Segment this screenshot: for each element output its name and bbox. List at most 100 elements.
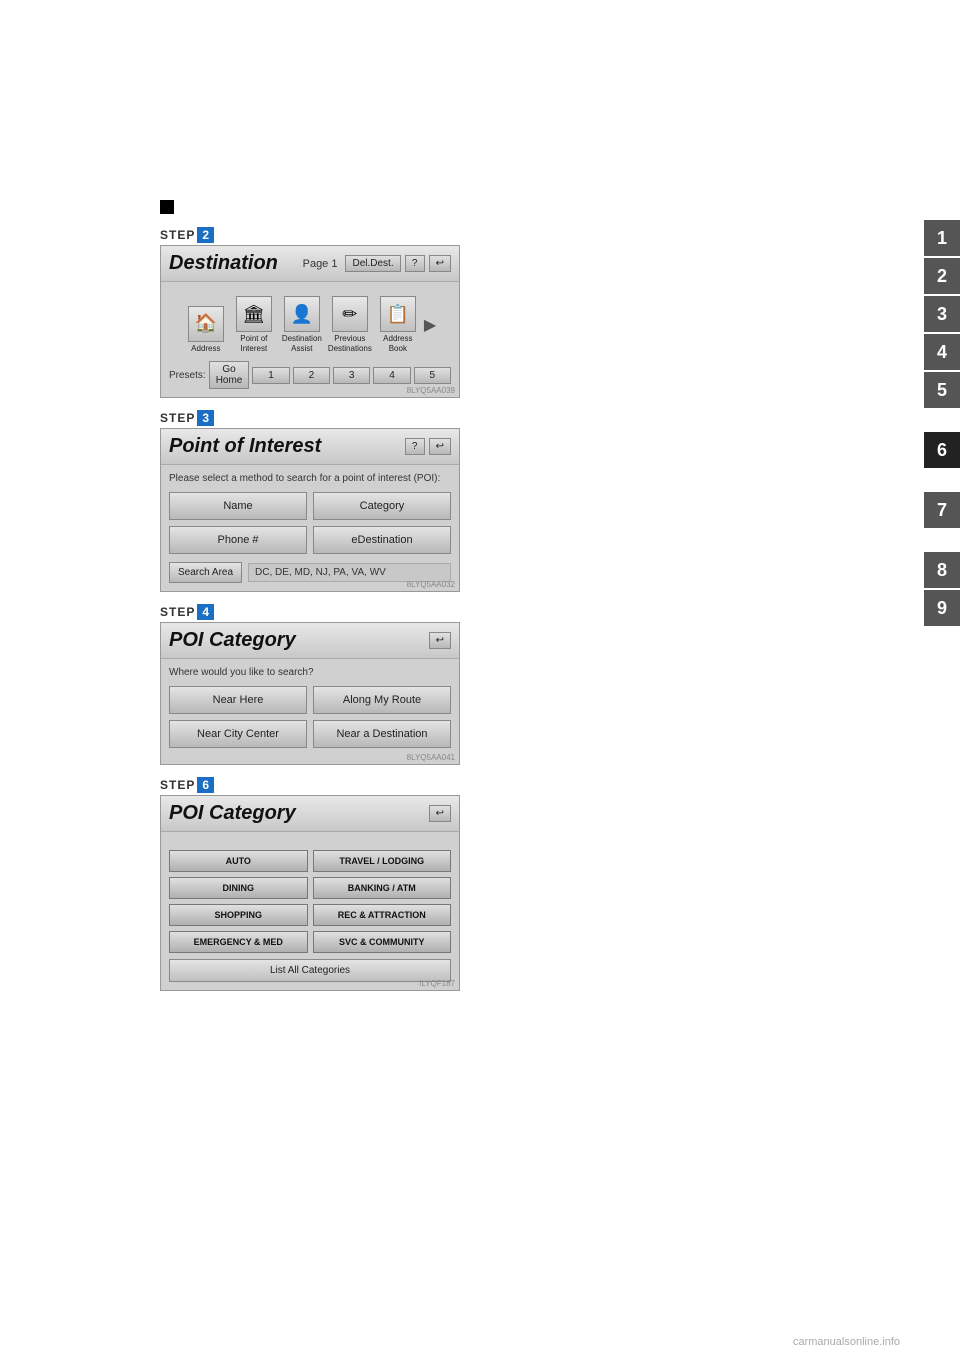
preset-3[interactable]: 3 [333, 367, 370, 384]
preset-gohome[interactable]: Go Home [209, 361, 250, 389]
step3-instruction: Please select a method to search for a p… [169, 473, 451, 484]
preset-1[interactable]: 1 [252, 367, 289, 384]
list-all-button[interactable]: List All Categories [169, 959, 451, 982]
step2-title: Destination [169, 252, 278, 275]
presets-label: Presets: [169, 370, 206, 381]
more-arrow[interactable]: ▶ [424, 315, 436, 335]
step4-panel: POI Category ↩ Where would you like to s… [160, 622, 460, 765]
svc-community-button[interactable]: SVC & COMMUNITY [313, 931, 452, 953]
step2-label: STEP 2 [160, 227, 460, 243]
prev-dest-label: PreviousDestinations [328, 334, 372, 353]
dest-assist-icon: 👤 [284, 296, 320, 332]
step2-header-right: Page 1 Del.Dest. ? ↩ [303, 255, 451, 272]
dining-button[interactable]: DINING [169, 877, 308, 899]
chapter-1[interactable]: 1 [924, 220, 960, 256]
step2-panel: Destination Page 1 Del.Dest. ? ↩ 🏠 Addre… [160, 245, 460, 398]
address-book-icon: 📋 [380, 296, 416, 332]
step4-header: POI Category ↩ [161, 623, 459, 659]
step6-label: STEP 6 [160, 777, 460, 793]
step6-header: POI Category ↩ [161, 796, 459, 832]
chapter-6[interactable]: 6 [924, 432, 960, 468]
presets-row: Presets: Go Home 1 2 3 4 5 [169, 361, 451, 389]
step4-text: STEP [160, 605, 195, 619]
section-bullet [160, 200, 174, 214]
search-area-button[interactable]: Search Area [169, 562, 242, 583]
step2-back-button[interactable]: ↩ [429, 255, 451, 272]
chapter-2[interactable]: 2 [924, 258, 960, 294]
step3-help-button[interactable]: ? [405, 438, 425, 455]
poi-icon: 🏛 [236, 296, 272, 332]
address-book-icon-item[interactable]: 📋 AddressBook [376, 296, 420, 353]
step3-num: 3 [197, 410, 214, 426]
step2-icon-row: 🏠 Address 🏛 Point ofInterest 👤 Destinati… [169, 290, 451, 357]
step6-num: 6 [197, 777, 214, 793]
step3-image-id: 8LYQ5AA032 [407, 580, 455, 589]
step6-title: POI Category [169, 802, 296, 825]
poi-label: Point ofInterest [240, 334, 267, 353]
address-icon-item[interactable]: 🏠 Address [184, 306, 228, 354]
banking-atm-button[interactable]: BANKING / ATM [313, 877, 452, 899]
step2-image-id: 8LYQ5AA039 [407, 386, 455, 395]
main-content: STEP 2 Destination Page 1 Del.Dest. ? ↩ … [160, 200, 460, 1003]
chapter-3[interactable]: 3 [924, 296, 960, 332]
near-city-center-button[interactable]: Near City Center [169, 720, 307, 748]
auto-button[interactable]: AUTO [169, 850, 308, 872]
step6-back-button[interactable]: ↩ [429, 805, 451, 822]
emergency-med-button[interactable]: EMERGENCY & MED [169, 931, 308, 953]
step3-text: STEP [160, 411, 195, 425]
step3-btn-grid: Name Category Phone # eDestination [169, 492, 451, 554]
near-here-button[interactable]: Near Here [169, 686, 307, 714]
del-dest-button[interactable]: Del.Dest. [345, 255, 400, 272]
phone-button[interactable]: Phone # [169, 526, 307, 554]
step4-image-id: 8LYQ5AA041 [407, 753, 455, 762]
travel-lodging-button[interactable]: TRAVEL / LODGING [313, 850, 452, 872]
address-icon: 🏠 [188, 306, 224, 342]
step4-label: STEP 4 [160, 604, 460, 620]
step4-btn-grid: Near Here Along My Route Near City Cente… [169, 686, 451, 748]
step2-text: STEP [160, 228, 195, 242]
preset-5[interactable]: 5 [414, 367, 451, 384]
chapter-4[interactable]: 4 [924, 334, 960, 370]
step6-container: STEP 6 POI Category ↩ AUTO TRAVEL / LODG… [160, 777, 460, 991]
step6-header-right: ↩ [429, 805, 451, 822]
step3-container: STEP 3 Point of Interest ? ↩ Please sele… [160, 410, 460, 592]
step2-body: 🏠 Address 🏛 Point ofInterest 👤 Destinati… [161, 282, 459, 397]
step3-header-right: ? ↩ [405, 438, 451, 455]
category-button[interactable]: Category [313, 492, 451, 520]
step6-text: STEP [160, 778, 195, 792]
poi-icon-item[interactable]: 🏛 Point ofInterest [232, 296, 276, 353]
prev-dest-icon: ✏ [332, 296, 368, 332]
watermark: carmanualsonline.info [793, 1336, 900, 1348]
dest-assist-icon-item[interactable]: 👤 DestinationAssist [280, 296, 324, 353]
preset-4[interactable]: 4 [373, 367, 410, 384]
address-book-label: AddressBook [383, 334, 412, 353]
step3-header: Point of Interest ? ↩ [161, 429, 459, 465]
name-button[interactable]: Name [169, 492, 307, 520]
step3-body: Please select a method to search for a p… [161, 465, 459, 591]
rec-attraction-button[interactable]: REC & ATTRACTION [313, 904, 452, 926]
step2-help-button[interactable]: ? [405, 255, 425, 272]
chapter-navigation: 1 2 3 4 5 6 7 8 9 [924, 220, 960, 626]
shopping-button[interactable]: SHOPPING [169, 904, 308, 926]
step2-container: STEP 2 Destination Page 1 Del.Dest. ? ↩ … [160, 227, 460, 398]
chapter-7[interactable]: 7 [924, 492, 960, 528]
step4-back-button[interactable]: ↩ [429, 632, 451, 649]
step2-num: 2 [197, 227, 214, 243]
step6-body: AUTO TRAVEL / LODGING DINING BANKING / A… [161, 832, 459, 990]
along-route-button[interactable]: Along My Route [313, 686, 451, 714]
prev-dest-icon-item[interactable]: ✏ PreviousDestinations [328, 296, 372, 353]
step3-label: STEP 3 [160, 410, 460, 426]
preset-2[interactable]: 2 [293, 367, 330, 384]
chapter-5[interactable]: 5 [924, 372, 960, 408]
step4-body: Where would you like to search? Near Her… [161, 659, 459, 764]
chapter-8[interactable]: 8 [924, 552, 960, 588]
category-grid: AUTO TRAVEL / LODGING DINING BANKING / A… [169, 850, 451, 953]
chapter-9[interactable]: 9 [924, 590, 960, 626]
step3-panel: Point of Interest ? ↩ Please select a me… [160, 428, 460, 592]
step3-back-button[interactable]: ↩ [429, 438, 451, 455]
step4-title: POI Category [169, 629, 296, 652]
edestination-button[interactable]: eDestination [313, 526, 451, 554]
near-destination-button[interactable]: Near a Destination [313, 720, 451, 748]
step2-header: Destination Page 1 Del.Dest. ? ↩ [161, 246, 459, 282]
step4-header-right: ↩ [429, 632, 451, 649]
